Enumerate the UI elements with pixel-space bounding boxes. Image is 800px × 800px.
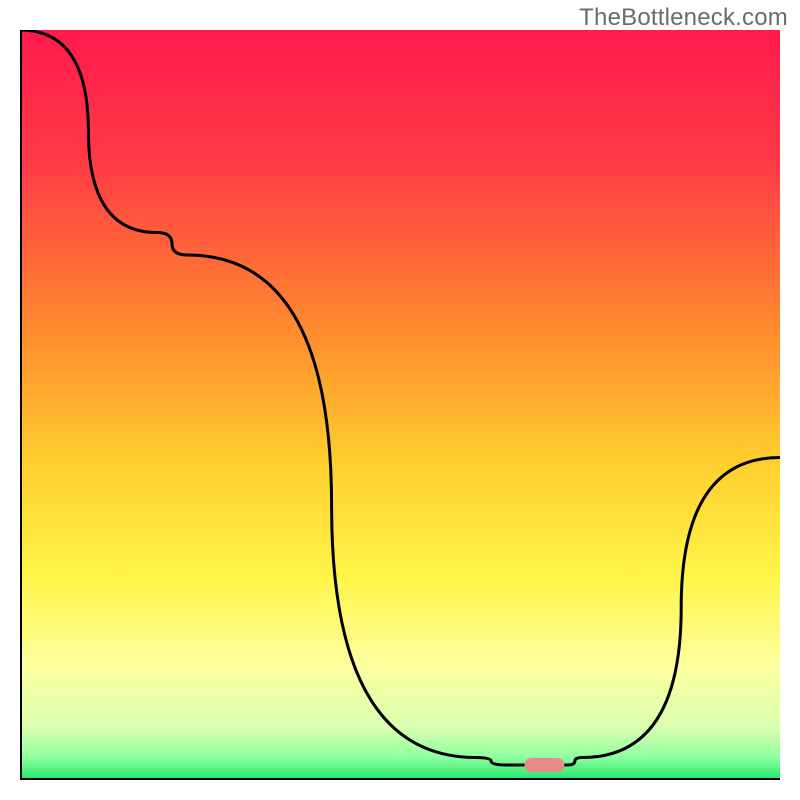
chart-container: TheBottleneck.com [0, 0, 800, 800]
optimal-marker [524, 758, 564, 772]
plot-area [20, 30, 780, 780]
gradient-background [20, 30, 780, 780]
watermark-text: TheBottleneck.com [579, 4, 788, 32]
chart-svg [20, 30, 780, 780]
